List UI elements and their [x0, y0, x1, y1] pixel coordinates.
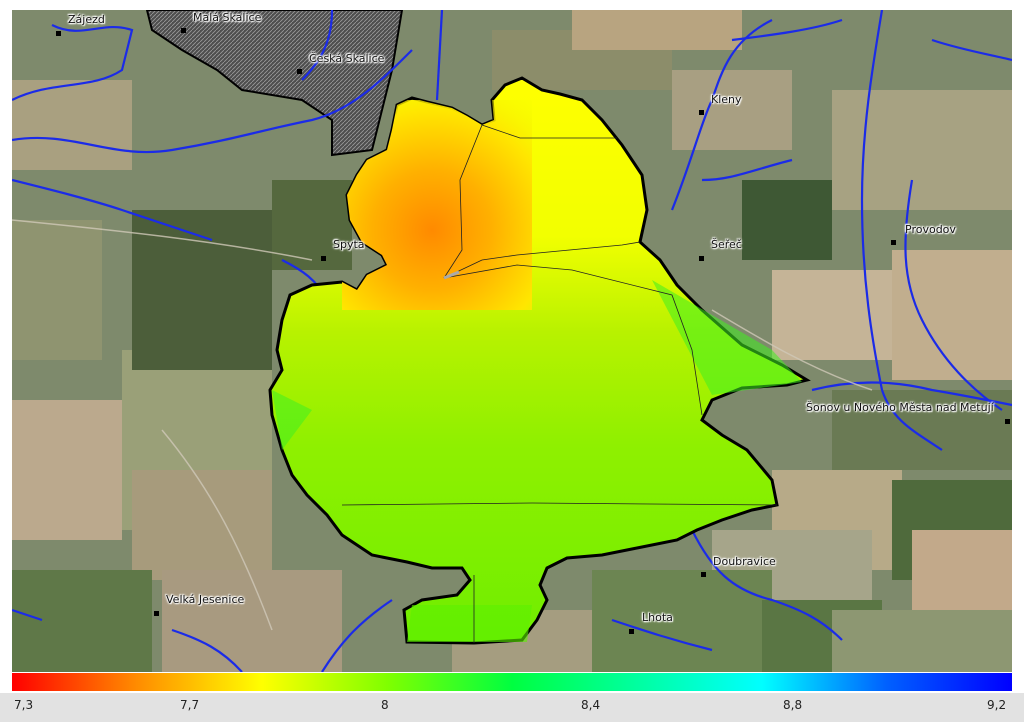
serec-marker	[699, 256, 704, 261]
kleny-marker	[699, 110, 704, 115]
mala-skalice-marker	[181, 28, 186, 33]
place-label-zajezd: Zájezd	[68, 13, 105, 26]
doubravice-marker	[701, 572, 706, 577]
legend-tick-label: 8	[381, 698, 389, 712]
map-canvas[interactable]: Zájezd Malá Skalice Česká Skalice Kleny …	[12, 10, 1012, 672]
legend-scale: 7,3 7,7 8 8,4 8,8 9,2	[0, 693, 1024, 722]
velka-jesenice-marker	[154, 611, 159, 616]
legend-tick-label: 8,4	[581, 698, 601, 712]
place-label-kleny: Kleny	[711, 93, 742, 106]
spyta-marker	[321, 256, 326, 261]
legend-color-ramp	[12, 673, 1012, 691]
sonov-marker	[1005, 419, 1010, 424]
lhota-marker	[629, 629, 634, 634]
provodov-marker	[891, 240, 896, 245]
legend-tick-label: 8,8	[783, 698, 803, 712]
ceska-skalice-marker	[297, 69, 302, 74]
place-label-provodov: Provodov	[905, 223, 956, 236]
place-label-doubravice: Doubravice	[713, 555, 776, 568]
zajezd-marker	[56, 31, 61, 36]
place-label-ceska-skalice: Česká Skalice	[309, 52, 385, 65]
place-label-spyta: Spyta	[333, 238, 365, 251]
legend-tick-label: 7,3	[14, 698, 34, 712]
legend-tick-label: 9,2	[987, 698, 1007, 712]
place-label-sonov: Šonov u Nového Města nad Metují	[806, 401, 994, 414]
legend-tick-label: 7,7	[180, 698, 200, 712]
place-label-lhota: Lhota	[642, 611, 673, 624]
map-svg	[12, 10, 1012, 672]
place-label-velka-jesenice: Velká Jesenice	[166, 593, 245, 606]
place-label-serec: Šeřeč	[711, 238, 742, 251]
place-label-mala-skalice: Malá Skalice	[193, 11, 262, 24]
